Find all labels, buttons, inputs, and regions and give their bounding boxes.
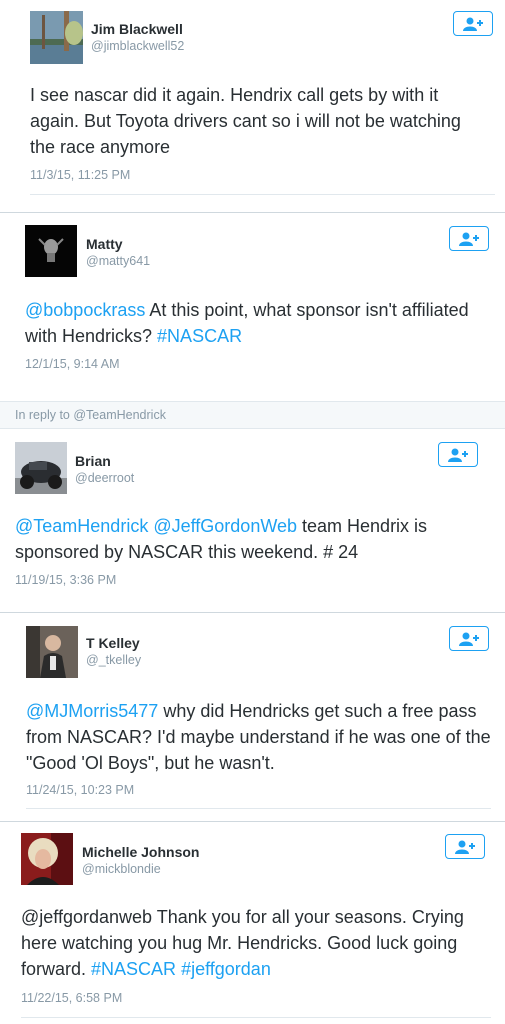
divider [26,808,491,809]
add-user-icon [459,232,479,246]
tweet-text: @jeffgordanweb Thank you for all your se… [21,904,491,982]
avatar[interactable] [26,626,78,678]
mention-link[interactable]: @bobpockrass [25,300,145,320]
tweet-text: @bobpockrass At this point, what sponsor… [25,297,490,349]
reply-context-bar[interactable]: In reply to @TeamHendrick [0,401,505,429]
add-user-icon [448,448,468,462]
tweet-timestamp[interactable]: 12/1/15, 9:14 AM [25,357,120,371]
tweet-text: @MJMorris5477 why did Hendricks get such… [26,698,494,776]
tweet[interactable]: Michelle Johnson @mickblondie @jeffgorda… [0,822,505,1024]
hashtag-link[interactable]: #NASCAR [91,959,176,979]
mention-link[interactable]: @JeffGordonWeb [153,516,297,536]
divider [30,194,495,195]
add-user-icon [463,17,483,31]
tweet-text-part: I see nascar did it again. Hendrix call … [30,85,461,157]
tweet[interactable]: Matty @matty641 @bobpockrass At this poi… [0,213,505,401]
tweet-timestamp[interactable]: 11/24/15, 10:23 PM [26,783,134,797]
tweet[interactable]: Brian @deerroot @TeamHendrick @JeffGordo… [0,429,505,611]
reply-context-text[interactable]: In reply to @TeamHendrick [15,408,166,422]
tweet-text: @TeamHendrick @JeffGordonWeb team Hendri… [15,513,470,565]
user-name[interactable]: T Kelley [86,635,140,651]
tweet-timestamp[interactable]: 11/22/15, 6:58 PM [21,991,122,1005]
user-handle[interactable]: @_tkelley [86,653,141,667]
avatar[interactable] [15,442,67,494]
user-handle[interactable]: @matty641 [86,254,150,268]
follow-button[interactable] [438,442,478,467]
user-name[interactable]: Michelle Johnson [82,844,199,860]
mention-link[interactable]: @MJMorris5477 [26,701,158,721]
follow-button[interactable] [453,11,493,36]
avatar[interactable] [30,11,83,64]
follow-button[interactable] [449,226,489,251]
tweet-timestamp[interactable]: 11/3/15, 11:25 PM [30,168,130,182]
mention-link[interactable]: @TeamHendrick [15,516,148,536]
follow-button[interactable] [449,626,489,651]
add-user-icon [459,632,479,646]
tweet-timestamp[interactable]: 11/19/15, 3:36 PM [15,573,116,587]
follow-button[interactable] [445,834,485,859]
user-handle[interactable]: @mickblondie [82,862,161,876]
user-name[interactable]: Brian [75,453,111,469]
tweet[interactable]: T Kelley @_tkelley @MJMorris5477 why did… [0,613,505,821]
avatar[interactable] [25,225,77,277]
user-name[interactable]: Jim Blackwell [91,21,183,37]
tweet[interactable]: Jim Blackwell @jimblackwell52 I see nasc… [0,0,505,210]
hashtag-link[interactable]: #NASCAR [157,326,242,346]
user-name[interactable]: Matty [86,236,123,252]
add-user-icon [455,840,475,854]
avatar[interactable] [21,833,73,885]
hashtag-link[interactable]: #jeffgordan [181,959,271,979]
user-handle[interactable]: @deerroot [75,471,134,485]
user-handle[interactable]: @jimblackwell52 [91,39,184,53]
tweet-text: I see nascar did it again. Hendrix call … [30,82,480,160]
divider [21,1017,491,1018]
